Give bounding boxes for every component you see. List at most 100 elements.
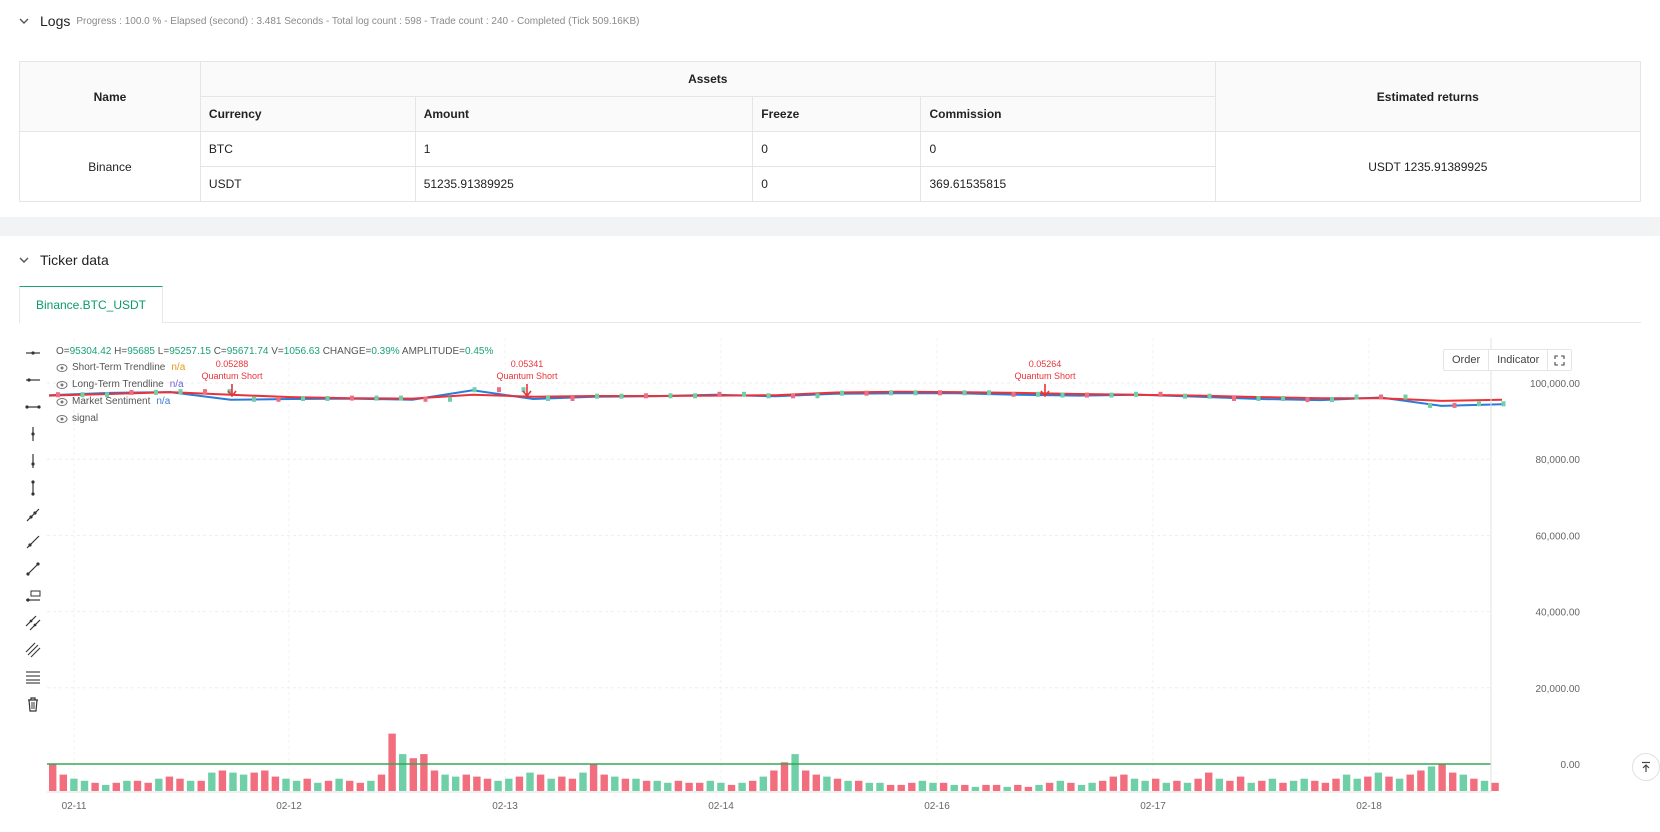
candle	[1036, 391, 1040, 397]
candle	[1379, 394, 1383, 400]
volume-bar	[526, 772, 534, 791]
volume-bar	[208, 772, 216, 791]
scroll-to-latest-button[interactable]	[1632, 753, 1660, 781]
x-tick-label: 02-16	[924, 801, 950, 812]
volume-bar	[59, 774, 67, 791]
axes: 100,000.00 80,000.00 60,000.00 40,000.00 20,…	[47, 338, 1580, 812]
volume-bar	[303, 778, 311, 791]
name-header: Name	[19, 61, 201, 132]
candle	[301, 396, 305, 401]
volume-bar	[1258, 780, 1266, 792]
volume-bar	[1491, 782, 1499, 791]
x-tick-label: 02-13	[492, 801, 518, 812]
volume-bar	[292, 780, 301, 792]
candle	[962, 390, 967, 396]
volume-bar	[155, 778, 163, 791]
volume-bar	[1395, 778, 1404, 791]
tab-binance-btc-usdt[interactable]: Binance.BTC_USDT	[19, 286, 163, 323]
volume-bar	[1003, 786, 1011, 791]
eye-icon[interactable]	[56, 397, 68, 407]
chart-buttons: Order Indicator	[1443, 349, 1573, 371]
candle	[815, 393, 820, 399]
y-tick-label: 100,000.00	[1530, 379, 1580, 390]
volume-bar	[1077, 784, 1086, 791]
candle	[448, 396, 452, 402]
volume-bar	[229, 772, 237, 791]
legend-long-term[interactable]: Long-Term Trendline n/a	[56, 379, 184, 390]
trendlines	[48, 387, 1506, 408]
legend-label: Long-Term Trendline	[72, 379, 164, 390]
volume-bar	[982, 784, 990, 791]
candle	[1428, 402, 1432, 408]
eye-icon[interactable]	[56, 363, 68, 373]
volume-bar	[833, 778, 842, 791]
volume-bar	[1268, 778, 1277, 791]
fullscreen-icon	[1554, 354, 1565, 366]
volume-bar	[430, 770, 439, 791]
annotation-label: Quantum Short	[201, 371, 263, 381]
annotation-label: Quantum Short	[496, 371, 558, 381]
eye-icon[interactable]	[56, 414, 68, 424]
legend-market-sentiment[interactable]: Market Sentiment n/a	[56, 396, 170, 407]
candle	[546, 396, 550, 401]
logs-header[interactable]: Logs Progress : 100.0 % - Elapsed (secon…	[0, 9, 639, 33]
volume-bar	[1045, 782, 1054, 791]
candle	[619, 393, 624, 399]
order-button[interactable]: Order	[1444, 350, 1490, 370]
candle	[1281, 396, 1285, 401]
candle	[1256, 396, 1261, 401]
table-row: Binance BTC 1 0 0 USDT 1235.91389925	[19, 131, 1642, 202]
volume-bar	[91, 782, 99, 791]
volume-bar	[1353, 778, 1361, 791]
close-label: C=	[213, 346, 227, 357]
section-divider	[0, 217, 1660, 236]
volume-bar	[1173, 780, 1181, 792]
legend-value: n/a	[171, 362, 186, 373]
price-chart[interactable]: 0.05288 Quantum Short 0.05341 Quantum Short…	[0, 338, 1660, 832]
volume-bar	[865, 782, 873, 791]
volume-bar	[1438, 764, 1446, 791]
volume-bar	[1342, 774, 1351, 791]
candle	[693, 393, 697, 399]
legend-label: Market Sentiment	[72, 396, 151, 407]
volume-bar	[727, 784, 736, 791]
fullscreen-button[interactable]	[1548, 350, 1571, 370]
volume-bar	[1035, 784, 1043, 791]
high-value: 95685	[127, 346, 155, 357]
volume-bar	[1141, 780, 1149, 792]
volume-bar	[632, 778, 640, 791]
estimated-returns-header: Estimated returns	[1214, 61, 1642, 132]
chevron-down-icon[interactable]	[16, 252, 32, 268]
y-tick-label: 20,000.00	[1536, 684, 1581, 695]
x-tick-label: 02-17	[1140, 801, 1166, 812]
volume-bar	[165, 776, 174, 791]
volume-bar	[1289, 780, 1298, 792]
volume-bar	[218, 770, 227, 791]
legend-label: signal	[72, 413, 99, 424]
candle	[423, 396, 428, 402]
ticker-header[interactable]: Ticker data	[0, 248, 109, 272]
volume-bar	[812, 774, 820, 791]
volume-bar	[1480, 780, 1489, 792]
legend-signal[interactable]: signal	[56, 413, 98, 424]
volume-bar	[515, 776, 524, 791]
volume-bar	[102, 784, 110, 791]
eye-icon[interactable]	[56, 380, 68, 390]
volume-bar	[971, 786, 980, 791]
candle	[497, 387, 501, 393]
candle	[1477, 401, 1481, 407]
volume-bar	[1215, 778, 1223, 791]
indicator-button[interactable]: Indicator	[1489, 350, 1549, 370]
legend-short-term[interactable]: Short-Term Trendline n/a	[56, 362, 185, 373]
volume-bar	[1236, 776, 1245, 791]
volume-bar	[696, 782, 704, 791]
candle	[864, 390, 869, 396]
volume-bar	[1226, 780, 1234, 792]
volume-bar	[1321, 782, 1330, 791]
chevron-down-icon[interactable]	[16, 13, 32, 29]
candle	[1354, 394, 1359, 400]
candle	[154, 389, 158, 395]
volume-bar	[600, 774, 608, 791]
change-value: 0.39%	[371, 346, 400, 357]
volume-bar	[282, 778, 290, 791]
